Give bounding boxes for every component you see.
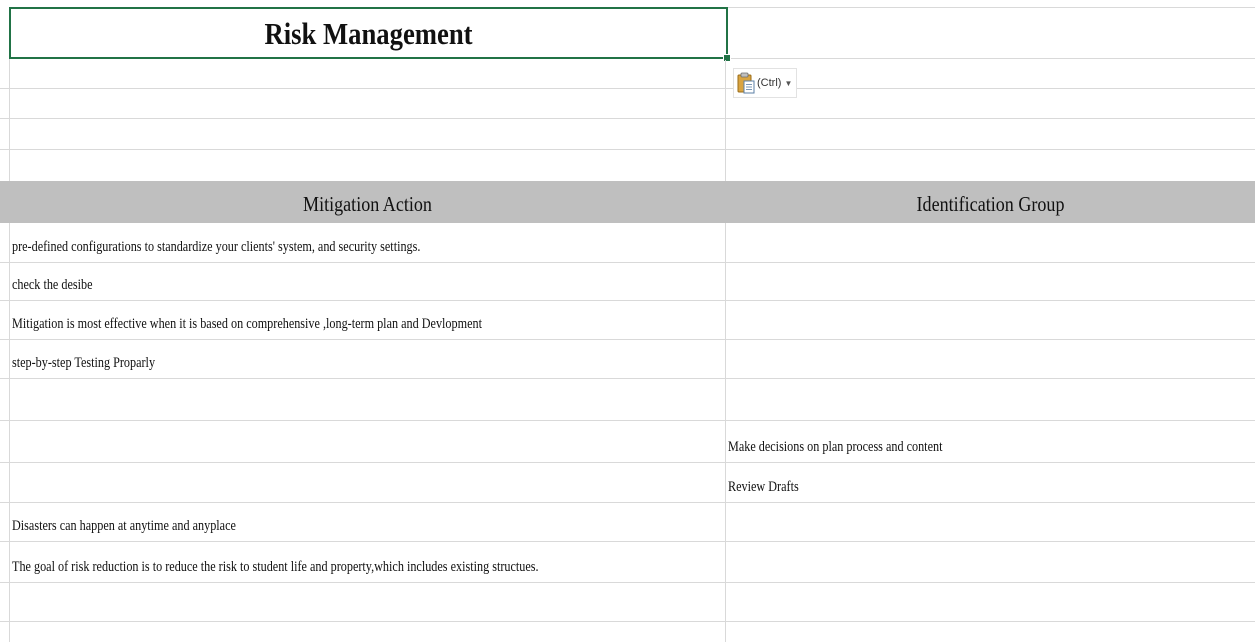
title-row-cell-b[interactable] [726, 7, 1255, 59]
sheet-title: Risk Management [264, 16, 473, 51]
title-row: Risk Management [0, 0, 1255, 60]
empty-row [0, 119, 1255, 150]
header-identification-group: Identification Group [916, 192, 1065, 216]
cell[interactable] [10, 150, 726, 181]
cell-text: pre-defined configurations to standardiz… [12, 238, 421, 255]
cell-identification[interactable] [726, 263, 1255, 300]
cell-mitigation[interactable] [10, 421, 726, 462]
paste-options-label: (Ctrl) [757, 77, 782, 89]
cell-text: Make decisions on plan process and conte… [728, 438, 943, 455]
cell-identification[interactable] [726, 340, 1255, 378]
table-row: pre-defined configurations to standardiz… [0, 223, 1255, 263]
cell[interactable] [10, 119, 726, 149]
cell-text: Mitigation is most effective when it is … [12, 315, 482, 332]
cell-text: Review Drafts [728, 478, 799, 495]
cell-identification[interactable] [726, 379, 1255, 420]
triangle-down-icon: ▼ [784, 78, 793, 88]
cell-text: The goal of risk reduction is to reduce … [12, 558, 539, 575]
header-cell-mitigation[interactable]: Mitigation Action [10, 181, 726, 222]
table-row: Mitigation is most effective when it is … [0, 301, 1255, 340]
cell[interactable] [726, 60, 1255, 88]
cell-identification[interactable] [726, 301, 1255, 339]
cell-text: check the desibe [12, 276, 93, 293]
paste-options-button[interactable]: (Ctrl) ▼ [733, 68, 798, 98]
table-row: The goal of risk reduction is to reduce … [0, 542, 1255, 583]
cell[interactable] [10, 89, 726, 118]
cell-mitigation[interactable]: check the desibe [10, 263, 726, 300]
cell-mitigation[interactable]: step-by-step Testing Proparly [10, 340, 726, 378]
table-row [0, 583, 1255, 622]
table-row [0, 379, 1255, 421]
cell[interactable] [726, 150, 1255, 181]
cell-mitigation[interactable] [10, 622, 726, 642]
cell-mitigation[interactable] [10, 379, 726, 420]
cell-text: Disasters can happen at anytime and anyp… [12, 517, 236, 534]
cell-mitigation[interactable]: The goal of risk reduction is to reduce … [10, 542, 726, 582]
cell-mitigation[interactable]: pre-defined configurations to standardiz… [10, 223, 726, 262]
title-cell-selected[interactable]: Risk Management [9, 7, 728, 59]
table-row: Make decisions on plan process and conte… [0, 421, 1255, 463]
table-row: Review Drafts [0, 463, 1255, 503]
empty-row [0, 150, 1255, 181]
cell-identification[interactable]: Review Drafts [726, 463, 1255, 502]
table-row: step-by-step Testing Proparly [0, 340, 1255, 379]
header-mitigation-action: Mitigation Action [303, 192, 432, 216]
cell-mitigation[interactable]: Mitigation is most effective when it is … [10, 301, 726, 339]
cell[interactable] [726, 89, 1255, 118]
clipboard-paste-icon [737, 72, 755, 94]
cell[interactable] [10, 60, 726, 88]
header-row: Mitigation Action Identification Group [0, 181, 1255, 223]
header-cell-identification[interactable]: Identification Group [726, 181, 1255, 222]
cell[interactable] [726, 119, 1255, 149]
empty-row [0, 89, 1255, 119]
table-row [0, 622, 1255, 642]
table-row: Disasters can happen at anytime and anyp… [0, 503, 1255, 542]
empty-row [0, 60, 1255, 89]
spreadsheet-grid: Risk Management (Ctrl) ▼ Mitigation Acti… [0, 0, 1255, 642]
cell-mitigation[interactable]: Disasters can happen at anytime and anyp… [10, 503, 726, 541]
cell-mitigation[interactable] [10, 583, 726, 621]
table-row: check the desibe [0, 263, 1255, 301]
cell-identification[interactable] [726, 583, 1255, 621]
cell-identification[interactable]: Make decisions on plan process and conte… [726, 421, 1255, 462]
cell-text: step-by-step Testing Proparly [12, 354, 156, 371]
cell-identification[interactable] [726, 542, 1255, 582]
cell-identification[interactable] [726, 622, 1255, 642]
cell-mitigation[interactable] [10, 463, 726, 502]
cell-identification[interactable] [726, 503, 1255, 541]
cell-identification[interactable] [726, 223, 1255, 262]
